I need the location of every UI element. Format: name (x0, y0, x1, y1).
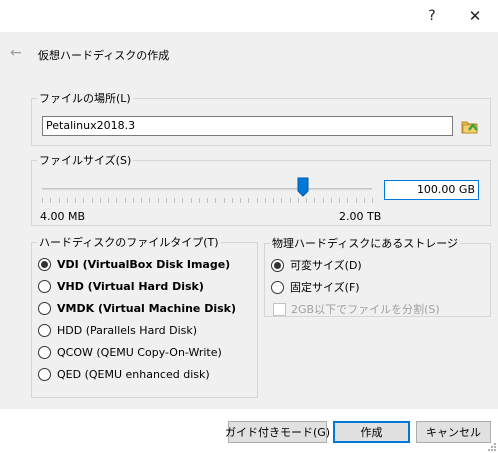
disk-type-option-vmdk[interactable]: VMDK (Virtual Machine Disk) (38, 300, 236, 316)
storage-legend: 物理ハードディスクにあるストレージ (272, 237, 459, 250)
slider-tick (339, 198, 340, 203)
slider-tick (264, 198, 266, 203)
slider-tick (149, 198, 151, 203)
size-max-label: 2.00 TB (339, 210, 382, 223)
slider-tick (83, 198, 85, 203)
disk-type-option-hdd[interactable]: HDD (Parallels Hard Disk) (38, 322, 197, 338)
slider-tick (306, 198, 307, 203)
slider-tick (75, 198, 76, 203)
file-size-input[interactable]: 100.00 GB (384, 180, 479, 200)
slider-tick (256, 198, 258, 203)
cancel-button[interactable]: キャンセル (416, 421, 491, 443)
slider-tick (124, 198, 126, 203)
slider-tick (132, 198, 134, 203)
disk-type-label: VDI (VirtualBox Disk Image) (57, 257, 231, 271)
slider-tick (50, 198, 52, 203)
storage-option-label: 可変サイズ(D) (290, 259, 362, 272)
slider-tick (157, 198, 159, 203)
slider-tick (322, 198, 324, 203)
disk-type-option-vdi[interactable]: VDI (VirtualBox Disk Image) (38, 256, 230, 272)
slider-tick (174, 198, 175, 203)
disk-type-option-qcow[interactable]: QCOW (QEMU Copy-On-Write) (38, 344, 222, 360)
radio-button[interactable] (38, 367, 51, 381)
disk-type-label: HDD (Parallels Hard Disk) (57, 323, 198, 337)
slider-tick (215, 198, 217, 203)
size-min-label: 4.00 MB (40, 210, 86, 223)
disk-type-option-vhd[interactable]: VHD (Virtual Hard Disk) (38, 278, 204, 294)
create-button[interactable]: 作成 (333, 421, 410, 443)
slider-tick (141, 198, 142, 203)
radio-button[interactable] (271, 258, 284, 272)
disk-type-option-qed[interactable]: QED (QEMU enhanced disk) (38, 366, 210, 382)
help-button[interactable]: ? (414, 0, 450, 32)
radio-button[interactable] (38, 345, 51, 359)
disk-type-label: QED (QEMU enhanced disk) (57, 367, 210, 381)
slider-tick (91, 198, 93, 203)
dialog-body: ← 仮想ハードディスクの作成 ファイルの場所(L) Petalinux2018.… (0, 32, 498, 409)
storage-option-fixed[interactable]: 固定サイズ(F) (271, 279, 360, 295)
file-location-input[interactable]: Petalinux2018.3 (42, 116, 453, 136)
resize-grip-icon[interactable] (488, 443, 496, 451)
guided-mode-button[interactable]: ガイド付きモード(G) (225, 421, 330, 443)
slider-tick (314, 198, 316, 203)
radio-button[interactable] (38, 257, 51, 271)
slider-tick (289, 198, 291, 203)
slider-tick (116, 198, 118, 203)
radio-button[interactable] (38, 279, 51, 293)
size-slider-track[interactable] (42, 188, 372, 190)
split-files-checkbox-row[interactable]: 2GB以下でファイルを分割(S) (273, 301, 440, 317)
slider-tick (42, 198, 43, 203)
slider-tick (66, 198, 68, 203)
slider-tick (330, 198, 332, 203)
radio-button[interactable] (271, 280, 284, 294)
folder-browse-icon[interactable] (460, 116, 480, 136)
size-slider-thumb[interactable] (297, 177, 309, 197)
storage-group: 物理ハードディスクにあるストレージ 可変サイズ(D) 固定サイズ(F) 2GB以… (264, 235, 491, 317)
slider-tick (99, 198, 101, 203)
slider-tick (223, 198, 225, 203)
slider-tick (347, 198, 349, 203)
slider-tick (182, 198, 184, 203)
slider-tick (273, 198, 274, 203)
radio-button[interactable] (38, 301, 51, 315)
storage-option-label: 固定サイズ(F) (290, 281, 360, 294)
slider-tick (281, 198, 283, 203)
slider-tick (165, 198, 167, 203)
split-files-checkbox[interactable] (273, 302, 286, 316)
slider-tick (198, 198, 200, 203)
storage-option-dynamic[interactable]: 可変サイズ(D) (271, 257, 362, 273)
file-location-legend: ファイルの場所(L) (39, 92, 131, 105)
file-size-legend: ファイルサイズ(S) (39, 154, 132, 167)
size-slider-ticks (42, 198, 376, 203)
slider-tick (248, 198, 250, 203)
radio-button[interactable] (38, 323, 51, 337)
disk-type-label: VHD (Virtual Hard Disk) (57, 279, 204, 293)
disk-type-group: ハードディスクのファイルタイプ(T) VDI (VirtualBox Disk … (31, 234, 258, 398)
back-arrow-icon[interactable]: ← (10, 45, 22, 61)
slider-tick (190, 198, 192, 203)
slider-tick (297, 198, 299, 203)
split-files-label: 2GB以下でファイルを分割(S) (291, 303, 440, 316)
title-bar: ? ✕ (0, 0, 498, 32)
file-size-group: ファイルサイズ(S) 4.00 MB 2.00 TB 100.00 GB (31, 152, 491, 226)
slider-tick (207, 198, 208, 203)
slider-tick (240, 198, 241, 203)
dialog-title: 仮想ハードディスクの作成 (38, 49, 170, 62)
disk-type-legend: ハードディスクのファイルタイプ(T) (39, 236, 219, 249)
slider-tick (372, 198, 373, 203)
slider-tick (231, 198, 233, 203)
slider-tick (108, 198, 109, 203)
disk-type-label: QCOW (QEMU Copy-On-Write) (57, 345, 222, 359)
disk-type-label: VMDK (Virtual Machine Disk) (57, 301, 237, 315)
slider-tick (363, 198, 365, 203)
close-button[interactable]: ✕ (457, 0, 493, 32)
slider-tick (58, 198, 60, 203)
file-location-group: ファイルの場所(L) Petalinux2018.3 (31, 90, 491, 146)
slider-tick (355, 198, 357, 203)
